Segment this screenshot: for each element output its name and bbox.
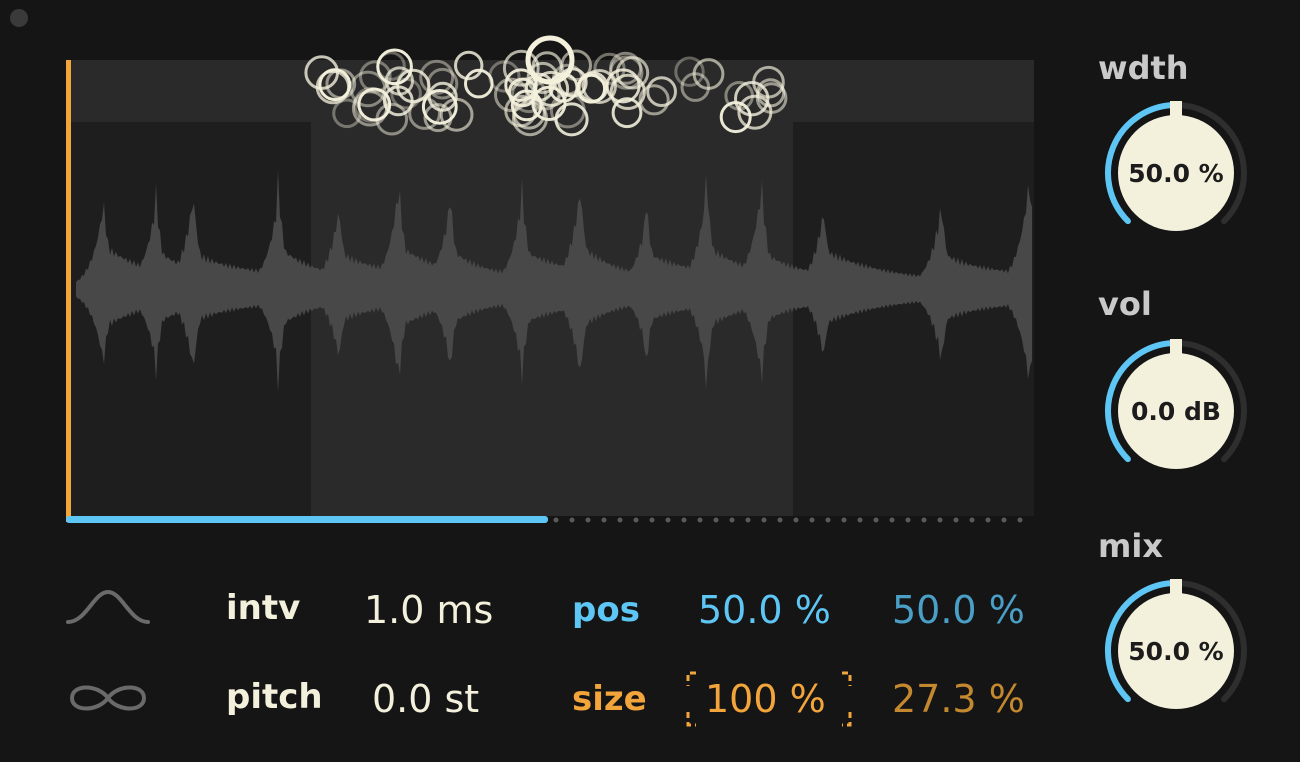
size-value[interactable]: 100 % [705, 680, 826, 718]
size-label: size [572, 679, 647, 719]
interval-label: intv [226, 588, 301, 628]
infinity-icon[interactable] [64, 676, 152, 720]
mix-knob-value: 50.0 % [1128, 636, 1224, 666]
width-knob-title: wdth [1098, 49, 1189, 87]
volume-knob[interactable]: 0.0 dB [1101, 336, 1251, 486]
mix-knob[interactable]: 50.0 % [1101, 576, 1251, 726]
interval-value[interactable]: 1.0 ms [364, 591, 493, 629]
volume-knob-title: vol [1098, 285, 1152, 323]
width-knob[interactable]: 50.0 % [1101, 98, 1251, 248]
position-label: pos [572, 590, 640, 630]
size-bar[interactable] [66, 60, 71, 522]
size-spread-value[interactable]: 27.3 % [892, 680, 1025, 718]
playhead-progress-bar[interactable] [66, 516, 548, 523]
pitch-label: pitch [226, 677, 323, 717]
bell-curve-icon[interactable] [64, 586, 152, 630]
width-knob-value: 50.0 % [1128, 158, 1224, 188]
position-value[interactable]: 50.0 % [698, 591, 831, 629]
volume-knob-value: 0.0 dB [1131, 396, 1221, 426]
pitch-value[interactable]: 0.0 st [372, 680, 479, 718]
grain-display[interactable] [0, 0, 1060, 540]
position-spread-value[interactable]: 50.0 % [892, 591, 1025, 629]
mix-knob-title: mix [1098, 527, 1163, 565]
position-region [311, 122, 793, 516]
